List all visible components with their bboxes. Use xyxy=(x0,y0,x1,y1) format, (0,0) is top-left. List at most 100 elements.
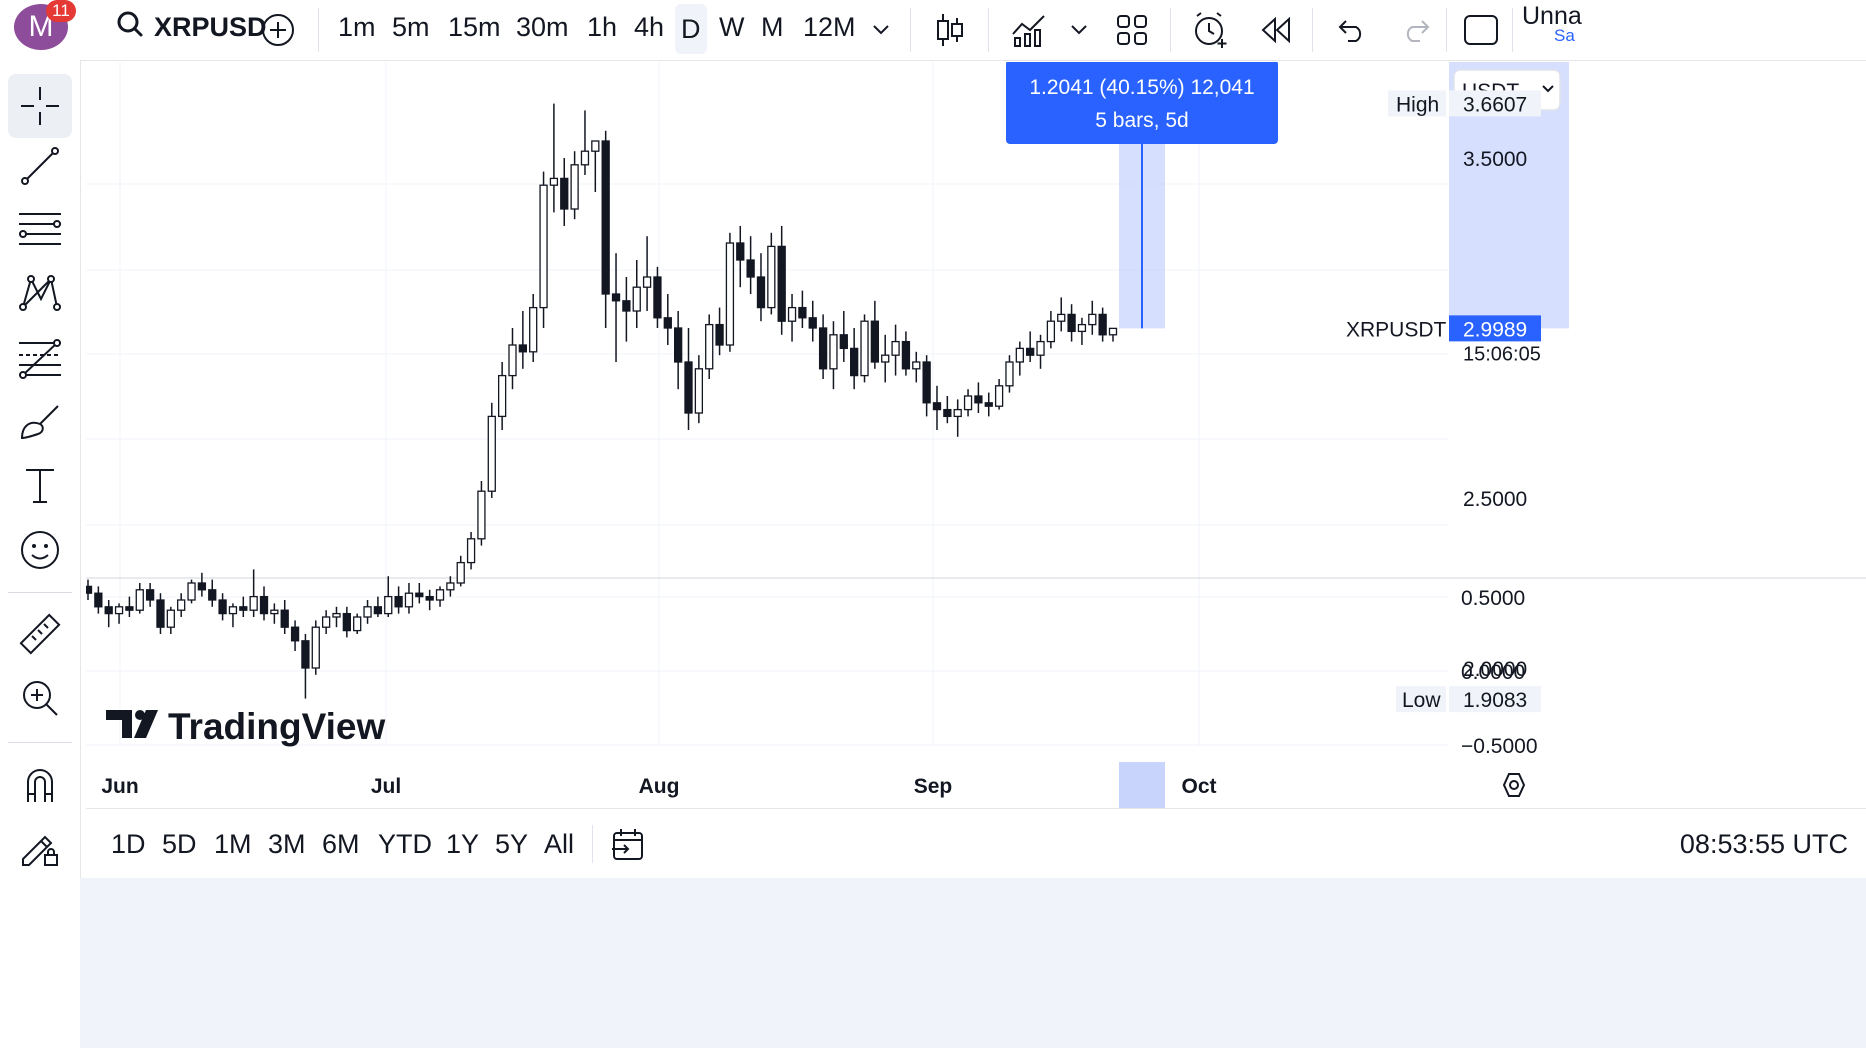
candle-body xyxy=(270,609,279,615)
range-1d[interactable]: 1D xyxy=(111,809,146,879)
time-axis-label: Aug xyxy=(639,775,680,798)
divider xyxy=(988,8,989,52)
range-6m[interactable]: 6M xyxy=(322,809,360,879)
range-all[interactable]: All xyxy=(544,809,574,879)
range-1m[interactable]: 1M xyxy=(214,809,252,879)
pattern-icon[interactable] xyxy=(8,262,72,326)
candle xyxy=(466,532,476,570)
candle xyxy=(601,130,610,328)
candle xyxy=(943,396,952,424)
trend-line-icon[interactable] xyxy=(8,134,72,198)
candle xyxy=(1036,334,1045,369)
candle xyxy=(870,300,880,369)
interval-d[interactable]: D xyxy=(675,4,707,54)
candle xyxy=(725,232,735,352)
goto-date-icon[interactable] xyxy=(610,809,646,879)
candle xyxy=(114,603,124,624)
interval-5m[interactable]: 5m xyxy=(392,0,430,54)
interval-12m[interactable]: 12M xyxy=(803,0,856,54)
symbol-search-button[interactable]: XRPUSD xyxy=(116,0,267,54)
replay-icon[interactable] xyxy=(1260,0,1292,60)
price-chart[interactable]: TradingView 4.00003.50002.50002.00000.50… xyxy=(86,62,1866,808)
candle xyxy=(705,314,714,379)
brush-icon[interactable] xyxy=(8,390,72,454)
candle-body xyxy=(197,582,207,591)
magnet-icon[interactable] xyxy=(8,752,72,816)
add-symbol-icon[interactable] xyxy=(260,0,296,60)
interval-m[interactable]: M xyxy=(761,0,784,54)
layout-grid-icon[interactable] xyxy=(1116,0,1148,60)
candle xyxy=(508,328,517,390)
candle-body xyxy=(259,595,269,615)
zoom-in-icon[interactable] xyxy=(8,666,72,730)
high-label: High xyxy=(1396,93,1439,116)
candle xyxy=(529,294,538,362)
candle xyxy=(518,311,527,369)
candle xyxy=(156,593,165,634)
candle-body xyxy=(994,385,1004,407)
lock-drawing-icon[interactable] xyxy=(8,816,72,880)
interval-15m[interactable]: 15m xyxy=(448,0,501,54)
fullscreen-icon[interactable] xyxy=(1463,0,1499,60)
candle xyxy=(404,583,414,614)
measure-time-highlight xyxy=(1119,762,1165,808)
candle-body xyxy=(746,259,755,278)
candle-body xyxy=(663,317,672,329)
candle xyxy=(1026,331,1035,362)
range-1y[interactable]: 1Y xyxy=(446,809,479,879)
interval-dropdown-icon[interactable] xyxy=(872,0,890,60)
candle xyxy=(415,583,424,604)
alert-icon[interactable] xyxy=(1192,0,1230,60)
candle xyxy=(963,389,973,417)
fib-icon[interactable] xyxy=(8,326,72,390)
candle xyxy=(674,311,683,390)
candle-body xyxy=(870,320,880,363)
chart-grid xyxy=(86,62,1866,746)
candle-body xyxy=(446,582,455,591)
bar-style-icon[interactable] xyxy=(935,0,965,60)
range-3m[interactable]: 3M xyxy=(268,809,306,879)
candle xyxy=(570,151,579,220)
candle-body xyxy=(363,606,372,618)
candle xyxy=(270,603,279,624)
ruler-icon[interactable] xyxy=(8,602,72,666)
emoji-icon[interactable] xyxy=(8,518,72,582)
candle-body xyxy=(539,184,548,309)
candle xyxy=(808,300,817,342)
candle-body xyxy=(715,323,724,346)
candle-body xyxy=(591,140,600,152)
low-value: 1.9083 xyxy=(1463,689,1527,712)
gear-center[interactable] xyxy=(1509,780,1519,790)
candle-body xyxy=(332,612,341,618)
candle xyxy=(280,600,289,634)
indicators-dropdown-icon[interactable] xyxy=(1070,0,1088,60)
utc-clock[interactable]: 08:53:55 UTC xyxy=(1680,809,1848,879)
interval-w[interactable]: W xyxy=(719,0,744,54)
candle-body xyxy=(549,177,559,186)
candle xyxy=(249,569,258,617)
candle xyxy=(850,328,859,390)
candle-body xyxy=(736,242,745,261)
toolbar-divider xyxy=(8,592,72,593)
horizontal-lines-icon[interactable] xyxy=(8,198,72,262)
interval-1h[interactable]: 1h xyxy=(587,0,617,54)
range-5d[interactable]: 5D xyxy=(162,809,197,879)
text-icon[interactable] xyxy=(8,454,72,518)
interval-4h[interactable]: 4h xyxy=(634,0,664,54)
candle-body xyxy=(694,368,704,414)
undo-icon[interactable] xyxy=(1336,0,1368,60)
last-price: 2.9989 xyxy=(1463,318,1527,341)
interval-30m[interactable]: 30m xyxy=(516,0,569,54)
candle xyxy=(208,579,217,607)
range-ytd[interactable]: YTD xyxy=(378,809,432,879)
candle xyxy=(353,613,362,634)
indicators-icon[interactable] xyxy=(1010,0,1050,60)
divider xyxy=(1512,8,1513,52)
interval-1m[interactable]: 1m xyxy=(338,0,376,54)
range-5y[interactable]: 5Y xyxy=(495,809,528,879)
settings-gear-icon[interactable] xyxy=(1502,773,1526,797)
candle xyxy=(373,596,383,617)
redo-icon[interactable] xyxy=(1400,0,1432,60)
gear-shape[interactable] xyxy=(1502,773,1526,797)
crosshair-icon[interactable] xyxy=(8,74,72,138)
